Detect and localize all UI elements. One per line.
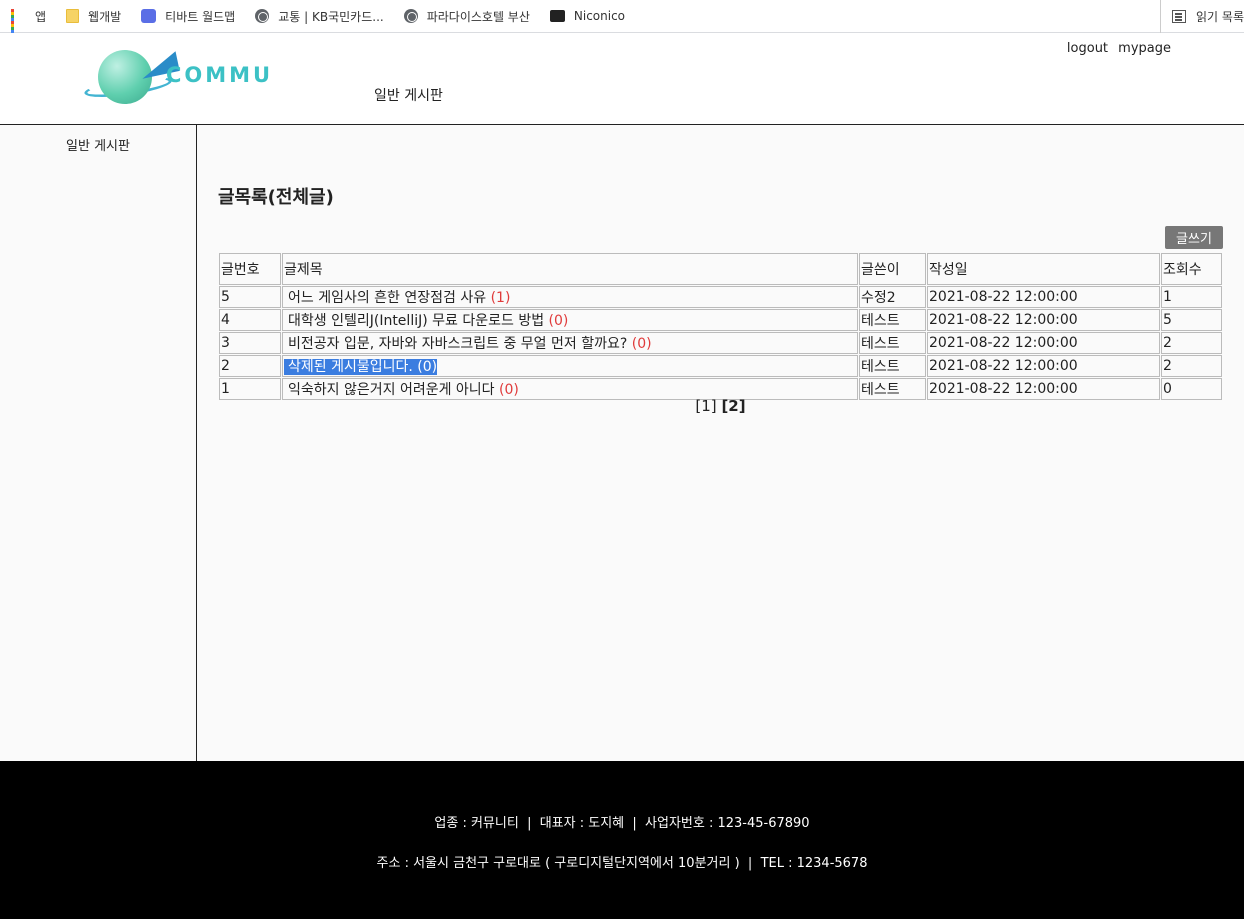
user-nav: logout mypage (1061, 41, 1171, 56)
post-number: 2 (219, 355, 281, 377)
table-row[interactable]: 4 대학생 인텔리J(IntelliJ) 무료 다운로드 방법 (0) 테스트 202… (219, 309, 1222, 331)
post-author: 테스트 (859, 309, 926, 331)
site-logo[interactable]: COMMU (83, 49, 284, 109)
footer-address-info: 주소 : 서울시 금천구 구로대로 ( 구로디지털단지역에서 10분거리 ) |… (376, 856, 868, 871)
table-row[interactable]: 3 비전공자 입문, 자바와 자바스크립트 중 무얼 먼저 할까요? (0) 테스트… (219, 332, 1222, 354)
post-title: 어느 게임사의 흔한 연장점검 사유 (288, 290, 487, 306)
post-views: 1 (1161, 286, 1222, 308)
globe-icon (255, 9, 270, 23)
site-footer: 업종 : 커뮤니티 | 대표자 : 도지혜 | 사업자번호 : 123-45-6… (0, 761, 1244, 919)
table-row[interactable]: 5 어느 게임사의 흔한 연장점검 사유 (1) 수정2 2021-08-22 12:… (219, 286, 1222, 308)
column-header-title: 글제목 (282, 253, 858, 285)
reading-list-button[interactable]: 읽기 목록 (1160, 0, 1244, 33)
column-header-author: 글쓴이 (859, 253, 926, 285)
bookmark-label: 파라다이스호텔 부산 (426, 9, 530, 24)
bookmark-paradise-hotel[interactable]: 파라다이스호텔 부산 (393, 0, 539, 33)
menu-general-board[interactable]: 일반 게시판 (374, 85, 443, 105)
folder-icon (66, 9, 80, 23)
sidebar: 일반 게시판 (0, 125, 197, 761)
post-views: 2 (1161, 355, 1222, 377)
post-title-link[interactable]: 익숙하지 않은거지 어려운게 아니다 (0) (284, 382, 519, 398)
bookmark-apps[interactable]: 앱 (0, 0, 55, 36)
bookmark-niconico[interactable]: Niconico (539, 0, 634, 33)
column-header-date: 작성일 (927, 253, 1160, 285)
column-header-number: 글번호 (219, 253, 281, 285)
post-number: 4 (219, 309, 281, 331)
bookmark-kbcard[interactable]: 교통 | KB국민카드... (244, 0, 392, 33)
bookmark-label: 앱 (35, 9, 47, 24)
post-date: 2021-08-22 12:00:00 (927, 332, 1160, 354)
comment-count: (0) (499, 382, 519, 398)
bookmark-teyvat-map[interactable]: 티바트 월드맵 (130, 0, 244, 33)
pagination: [1] [2] (197, 397, 1244, 415)
page-link-current[interactable]: [2] (721, 397, 745, 415)
post-number: 5 (219, 286, 281, 308)
post-author: 테스트 (859, 355, 926, 377)
post-title: 비전공자 입문, 자바와 자바스크립트 중 무얼 먼저 할까요? (288, 336, 628, 352)
post-author: 수정2 (859, 286, 926, 308)
site-header: COMMU logout mypage 일반 게시판 (0, 33, 1244, 125)
post-title: 삭제된 게시물입니다. (288, 359, 413, 375)
comment-count: (1) (490, 290, 511, 306)
apps-grid-icon (11, 8, 26, 36)
sidebar-item-general-board[interactable]: 일반 게시판 (0, 135, 196, 154)
bookmark-label: Niconico (573, 9, 626, 23)
post-number: 3 (219, 332, 281, 354)
comment-count: (0) (631, 336, 652, 352)
post-date: 2021-08-22 12:00:00 (927, 286, 1160, 308)
post-title-cell: 어느 게임사의 흔한 연장점검 사유 (1) (282, 286, 858, 308)
table-header-row: 글번호 글제목 글쓴이 작성일 조회수 (219, 253, 1222, 285)
logo-text: COMMU (166, 63, 274, 87)
footer-business-info: 업종 : 커뮤니티 | 대표자 : 도지혜 | 사업자번호 : 123-45-6… (434, 816, 810, 831)
bookmark-label: 웹개발 (88, 9, 122, 24)
bookmark-label: 티바트 월드맵 (165, 9, 236, 24)
post-title-link[interactable]: 삭제된 게시물입니다. (0) (284, 359, 438, 375)
page-link[interactable]: [1] (695, 397, 716, 415)
main-content: 글목록(전체글) 글쓰기 글번호 글제목 글쓴이 작성일 조회수 5 어느 게임사… (197, 125, 1244, 761)
post-title-link[interactable]: 대학생 인텔리J(IntelliJ) 무료 다운로드 방법 (0) (284, 313, 568, 329)
post-date: 2021-08-22 12:00:00 (927, 309, 1160, 331)
globe-icon (403, 9, 418, 23)
post-title: 대학생 인텔리J(IntelliJ) 무료 다운로드 방법 (288, 313, 545, 329)
table-row[interactable]: 2 삭제된 게시물입니다. (0) 테스트 2021-08-22 12:00:00 2 (219, 355, 1222, 377)
post-title-link[interactable]: 비전공자 입문, 자바와 자바스크립트 중 무얼 먼저 할까요? (0) (284, 336, 652, 352)
reading-list-label: 읽기 목록 (1196, 10, 1244, 24)
reading-list-icon (1172, 10, 1187, 23)
game-icon (141, 9, 157, 23)
post-title-cell: 대학생 인텔리J(IntelliJ) 무료 다운로드 방법 (0) (282, 309, 858, 331)
comment-count: (0) (548, 313, 569, 329)
mypage-link[interactable]: mypage (1118, 41, 1171, 56)
post-title-cell: 비전공자 입문, 자바와 자바스크립트 중 무얼 먼저 할까요? (0) (282, 332, 858, 354)
bookmarks-bar: 앱 웹개발 티바트 월드맵 교통 | KB국민카드... 파라다이스호텔 부산 … (0, 0, 1244, 36)
post-title-cell: 삭제된 게시물입니다. (0) (282, 355, 858, 377)
tv-icon (549, 10, 565, 22)
post-views: 2 (1161, 332, 1222, 354)
post-title: 익숙하지 않은거지 어려운게 아니다 (288, 382, 495, 398)
comment-count: (0) (417, 359, 438, 375)
post-views: 5 (1161, 309, 1222, 331)
post-date: 2021-08-22 12:00:00 (927, 355, 1160, 377)
write-button[interactable]: 글쓰기 (1165, 226, 1223, 249)
post-title-link[interactable]: 어느 게임사의 흔한 연장점검 사유 (1) (284, 290, 510, 306)
board-table: 글번호 글제목 글쓴이 작성일 조회수 5 어느 게임사의 흔한 연장점검 사유 … (218, 252, 1223, 401)
page-title: 글목록(전체글) (218, 187, 334, 208)
bookmark-label: 교통 | KB국민카드... (278, 9, 384, 24)
column-header-views: 조회수 (1161, 253, 1222, 285)
logout-link[interactable]: logout (1067, 41, 1108, 56)
bookmark-webdev[interactable]: 웹개발 (55, 0, 130, 33)
post-author: 테스트 (859, 332, 926, 354)
